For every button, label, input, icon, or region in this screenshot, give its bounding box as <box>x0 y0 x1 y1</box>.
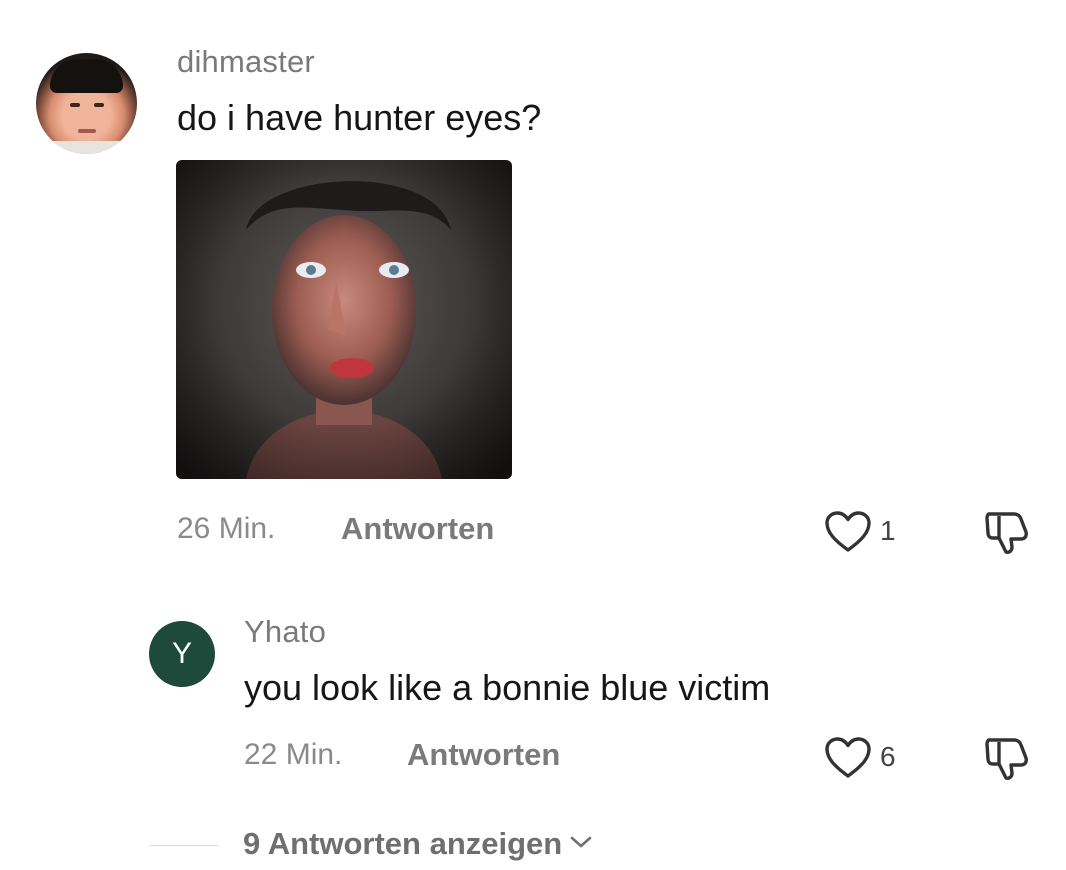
avatar-eye <box>70 103 80 107</box>
comment-thread: dihmaster do i have hunter eyes? 26 Min.… <box>0 0 1066 870</box>
avatar-eye <box>94 103 104 107</box>
view-replies-label: 9 Antworten anzeigen <box>243 826 563 861</box>
reply-time: 22 Min. <box>244 738 343 771</box>
reply-text: you look like a bonnie blue victim <box>244 667 771 708</box>
photo-illustration <box>176 160 512 479</box>
heart-outline-icon[interactable] <box>824 510 872 554</box>
reply-like-count: 6 <box>880 741 896 772</box>
comment-like-count: 1 <box>880 515 896 546</box>
view-replies-button[interactable]: 9 Antworten anzeigen <box>243 826 592 862</box>
comment-username[interactable]: dihmaster <box>177 44 315 80</box>
chevron-down-icon <box>570 835 592 854</box>
reply-avatar[interactable]: Y <box>149 621 215 687</box>
comment-reply-button[interactable]: Antworten <box>341 511 494 547</box>
photo-vignette <box>176 160 512 479</box>
replies-divider <box>150 845 218 846</box>
avatar[interactable] <box>36 53 137 154</box>
heart-outline-icon[interactable] <box>824 736 872 780</box>
thumbs-down-outline-icon[interactable] <box>982 734 1034 782</box>
comment-text: do i have hunter eyes? <box>177 97 542 138</box>
reply-reply-button[interactable]: Antworten <box>407 737 560 773</box>
avatar-shirt <box>36 141 137 154</box>
comment-time: 26 Min. <box>177 512 276 545</box>
avatar-mouth <box>78 129 96 133</box>
thumbs-down-outline-icon[interactable] <box>982 508 1034 556</box>
reply-username[interactable]: Yhato <box>244 614 326 650</box>
comment-photo[interactable] <box>176 160 512 479</box>
avatar-hair <box>50 59 123 93</box>
